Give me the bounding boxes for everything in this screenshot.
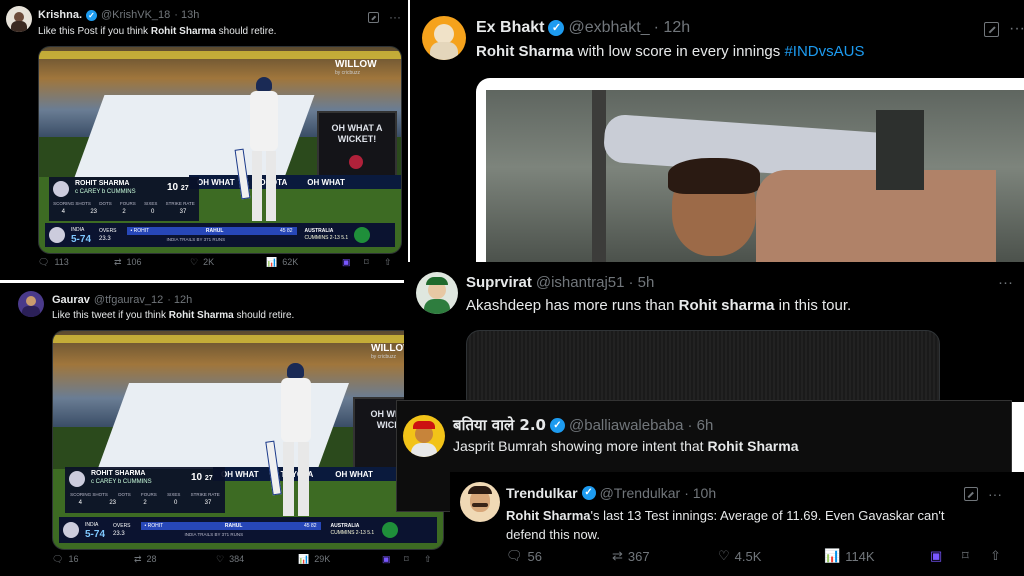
reply-button[interactable]: 🗨 113 xyxy=(38,257,69,268)
views-chart-icon: 📊 xyxy=(298,553,310,564)
batter-figure xyxy=(234,77,284,227)
reply-button[interactable]: 🗨 16 xyxy=(52,554,78,565)
repost-icon: ⇄ xyxy=(134,553,142,564)
views-button[interactable]: 📊 29K xyxy=(298,554,330,565)
repost-button[interactable]: ⇄ 28 xyxy=(134,554,157,565)
repost-button[interactable]: ⇄ 367 xyxy=(612,548,650,564)
sponsor-strip xyxy=(53,335,443,343)
post-time[interactable]: · 13h xyxy=(174,9,199,21)
author-name[interactable]: Gaurav xyxy=(52,294,90,306)
hashtag-link[interactable]: #INDvsAUS xyxy=(784,43,864,60)
reply-icon: 🗨 xyxy=(52,553,64,564)
post-time[interactable]: · 5h xyxy=(628,274,654,291)
author-handle[interactable]: @balliawalebaba xyxy=(569,417,683,434)
post-time[interactable]: · 10h xyxy=(684,485,716,501)
bookmark-purple-icon[interactable]: ▣ xyxy=(382,554,391,565)
avatar[interactable] xyxy=(18,291,44,317)
post-text: Like this tweet if you think Rohit Sharm… xyxy=(52,310,295,321)
bookmark-purple-icon[interactable]: ▣ xyxy=(342,257,351,268)
views-button[interactable]: 📊 114K xyxy=(824,548,875,564)
heart-icon: ♡ xyxy=(718,548,730,563)
background-structure xyxy=(876,110,924,190)
heart-icon: ♡ xyxy=(216,553,225,564)
match-score-bar: INDIA 5-74 OVERS 23.3 • ROHIT RAHUL 45 82 IN… xyxy=(59,517,437,543)
share-icon[interactable]: ⇧ xyxy=(424,554,432,565)
ad-board: OH WHATTOYOTAOH WHAT xyxy=(189,175,401,189)
tweet-card-exbhakt: Ex Bhakt ✓ @exbhakt_ · 12h ··· Rohit Sha… xyxy=(410,0,1024,262)
verified-badge-icon: ✓ xyxy=(550,417,565,433)
verified-badge-icon: ✓ xyxy=(548,20,565,36)
stadium-screen: OH WHAT A WICKET! xyxy=(317,111,397,179)
bookmark-icon[interactable]: ⌑ xyxy=(404,554,409,565)
author-handle[interactable]: @tfgaurav_12 xyxy=(94,294,163,306)
verified-badge-icon: ✓ xyxy=(86,9,98,21)
avatar[interactable] xyxy=(422,16,466,60)
person-hair xyxy=(668,158,760,194)
verified-badge-icon: ✓ xyxy=(581,486,596,500)
tweet-card-gaurav: Gaurav @tfgaurav_12 · 12h Like this twee… xyxy=(0,283,452,576)
author-name[interactable]: Trendulkar xyxy=(506,485,578,501)
author-handle[interactable]: @exbhakt_ xyxy=(568,19,649,37)
sponsor-strip xyxy=(39,51,401,59)
like-button[interactable]: ♡ 384 xyxy=(216,554,244,565)
repost-icon: ⇄ xyxy=(114,256,122,267)
post-text: Like this Post if you think Rohit Sharma… xyxy=(38,26,277,37)
post-media-placeholder[interactable] xyxy=(466,330,940,402)
tweet-card-trendulkar: Trendulkar ✓ @Trendulkar · 10h ··· Rohit… xyxy=(450,472,1024,576)
author-name[interactable]: Krishna. xyxy=(38,9,82,21)
more-options-icon[interactable]: ··· xyxy=(988,486,1002,502)
batter-scorecard: ROHIT SHARMA c CAREY b CUMMINS 10 27 SCO… xyxy=(49,177,199,221)
post-image[interactable] xyxy=(476,78,1024,262)
repost-icon: ⇄ xyxy=(612,548,623,563)
reply-button[interactable]: 🗨 56 xyxy=(506,548,542,564)
post-text: Jasprit Bumrah showing more intent that … xyxy=(453,438,799,454)
like-button[interactable]: ♡ 4.5K xyxy=(718,548,761,564)
bookmark-icon[interactable]: ⌑ xyxy=(364,257,369,268)
match-score-bar: INDIA 5-74 OVERS 23.3 • ROHIT RAHUL 45 82 IN… xyxy=(45,223,395,247)
more-options-icon[interactable]: ··· xyxy=(998,274,1013,291)
author-name[interactable]: बतिया वाले 2.0 xyxy=(453,415,546,435)
views-chart-icon: 📊 xyxy=(266,256,278,267)
author-handle[interactable]: @KrishVK_18 xyxy=(101,9,170,21)
meme-photo xyxy=(486,90,1024,262)
post-text: Rohit Sharma with low score in every inn… xyxy=(476,43,865,60)
post-text: Akashdeep has more runs than Rohit sharm… xyxy=(466,297,852,314)
post-image[interactable]: OH WHAT A WICKET! WILLOWby cricbuzz OH W… xyxy=(38,46,402,254)
repost-button[interactable]: ⇄ 106 xyxy=(114,257,142,268)
heart-icon: ♡ xyxy=(190,256,199,267)
author-handle[interactable]: @Trendulkar xyxy=(600,485,681,501)
share-icon[interactable]: ⇧ xyxy=(990,548,1001,564)
grok-icon[interactable] xyxy=(368,11,379,23)
author-name[interactable]: Suprvirat xyxy=(466,274,532,291)
views-chart-icon: 📊 xyxy=(824,548,841,563)
grok-icon[interactable] xyxy=(964,487,978,501)
tweet-card-suprvirat: Suprvirat @ishantraj51 · 5h ··· Akashdee… xyxy=(404,262,1024,402)
batter-scorecard: ROHIT SHARMA c CAREY b CUMMINS 10 27 SCO… xyxy=(65,467,225,513)
bookmark-purple-icon[interactable]: ▣ xyxy=(930,548,942,564)
views-button[interactable]: 📊 62K xyxy=(266,257,298,268)
bookmark-icon[interactable]: ⌑ xyxy=(962,548,969,564)
like-button[interactable]: ♡ 2K xyxy=(190,257,214,268)
tweet-card-krishna: Krishna. ✓ @KrishVK_18 · 13h ··· Like th… xyxy=(0,0,408,280)
more-options-icon[interactable]: ··· xyxy=(389,10,401,24)
share-icon[interactable]: ⇧ xyxy=(384,257,392,268)
post-time[interactable]: · 12h xyxy=(654,19,690,37)
reply-icon: 🗨 xyxy=(506,548,523,563)
more-options-icon[interactable]: ··· xyxy=(1009,20,1024,38)
reply-icon: 🗨 xyxy=(38,256,50,267)
pole xyxy=(592,90,606,262)
grok-icon[interactable] xyxy=(984,21,999,37)
post-time[interactable]: · 12h xyxy=(167,294,192,306)
post-time[interactable]: · 6h xyxy=(687,417,713,434)
avatar[interactable] xyxy=(6,6,32,32)
post-image[interactable]: OH WHAT A WICKET! WILLOWby cricbuzz OH W… xyxy=(52,330,444,550)
avatar[interactable] xyxy=(460,482,500,522)
author-name[interactable]: Ex Bhakt xyxy=(476,19,544,37)
avatar[interactable] xyxy=(416,272,458,314)
author-handle[interactable]: @ishantraj51 xyxy=(536,274,625,291)
broadcast-watermark: WILLOW by cricbuzz xyxy=(335,59,377,76)
post-text: Rohit Sharma's last 13 Test innings: Ave… xyxy=(506,508,945,542)
batter-figure xyxy=(265,363,317,523)
avatar[interactable] xyxy=(403,415,445,457)
